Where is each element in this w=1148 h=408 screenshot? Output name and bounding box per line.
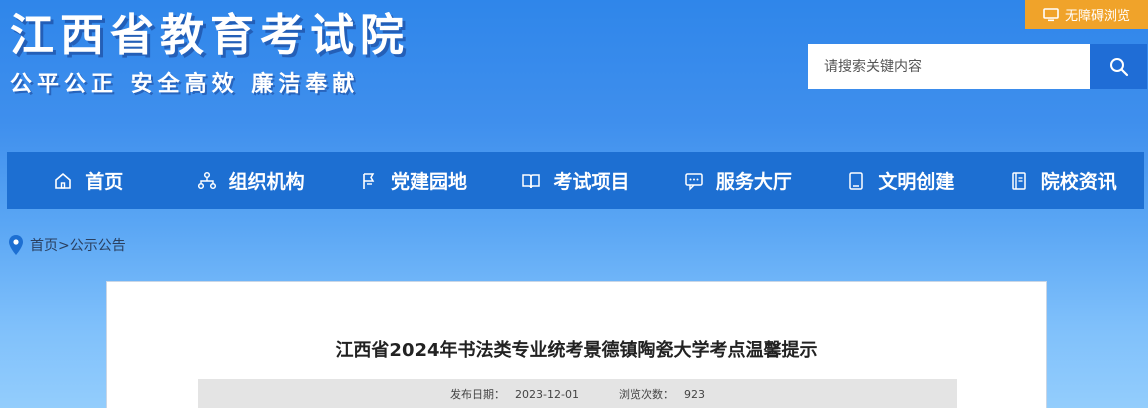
view-count-value: 923 <box>683 388 705 401</box>
main-nav: 首页 组织机构 党建园地 考试项目 服务大厅 文明创建 院校资讯 <box>7 152 1144 209</box>
nav-item-colleges[interactable]: 院校资讯 <box>982 152 1144 209</box>
nav-item-label: 院校资讯 <box>1040 171 1117 193</box>
book-open-icon <box>522 173 541 188</box>
nav-item-home[interactable]: 首页 <box>7 152 169 209</box>
nav-item-label: 首页 <box>85 171 124 193</box>
article-panel: 江西省2024年书法类专业统考景德镇陶瓷大学考点温馨提示 发布日期： 2023-1… <box>106 281 1047 408</box>
org-chart-icon <box>197 171 216 189</box>
nav-item-civilization[interactable]: 文明创建 <box>819 152 981 209</box>
nav-item-service[interactable]: 服务大厅 <box>657 152 819 209</box>
accessibility-button[interactable]: 无障碍浏览 <box>1025 0 1148 29</box>
site-slogan: 公平公正 安全高效 廉洁奉献 <box>10 72 360 97</box>
publish-date-label: 发布日期： <box>450 388 506 401</box>
accessibility-label: 无障碍浏览 <box>1064 9 1130 24</box>
search-button[interactable] <box>1090 44 1147 89</box>
nav-item-exams[interactable]: 考试项目 <box>494 152 656 209</box>
view-count-label: 浏览次数： <box>618 388 674 401</box>
article-meta: 发布日期： 2023-12-01 浏览次数： 923 <box>198 379 957 408</box>
nav-item-label: 党建园地 <box>391 171 468 193</box>
flag-icon <box>363 172 375 189</box>
article-title: 江西省2024年书法类专业统考景德镇陶瓷大学考点温馨提示 <box>335 340 818 361</box>
publish-date-info: 发布日期： 2023-12-01 <box>450 386 579 408</box>
nav-item-label: 文明创建 <box>878 171 955 193</box>
nav-item-label: 服务大厅 <box>715 171 792 193</box>
view-count-info: 浏览次数： 923 <box>619 386 705 408</box>
document-icon <box>1011 171 1026 190</box>
location-pin-icon <box>9 235 23 255</box>
breadcrumb-current-link[interactable]: 公示公告 <box>70 238 126 254</box>
breadcrumb-separator: > <box>58 238 70 254</box>
nav-item-label: 组织机构 <box>228 171 305 193</box>
home-icon <box>55 172 72 189</box>
search-icon <box>1109 57 1128 76</box>
breadcrumb: 首页>公示公告 <box>8 233 126 257</box>
nav-item-party[interactable]: 党建园地 <box>332 152 494 209</box>
site-title: 江西省教育考试院 <box>10 10 410 61</box>
breadcrumb-home-link[interactable]: 首页 <box>30 238 58 254</box>
nav-item-label: 考试项目 <box>553 171 630 193</box>
tablet-icon <box>849 171 864 190</box>
search-input[interactable] <box>808 44 1090 89</box>
monitor-icon <box>1043 7 1059 22</box>
nav-item-org[interactable]: 组织机构 <box>169 152 331 209</box>
publish-date-value: 2023-12-01 <box>515 388 579 401</box>
chat-service-icon <box>685 172 703 191</box>
search-bar <box>808 44 1147 89</box>
